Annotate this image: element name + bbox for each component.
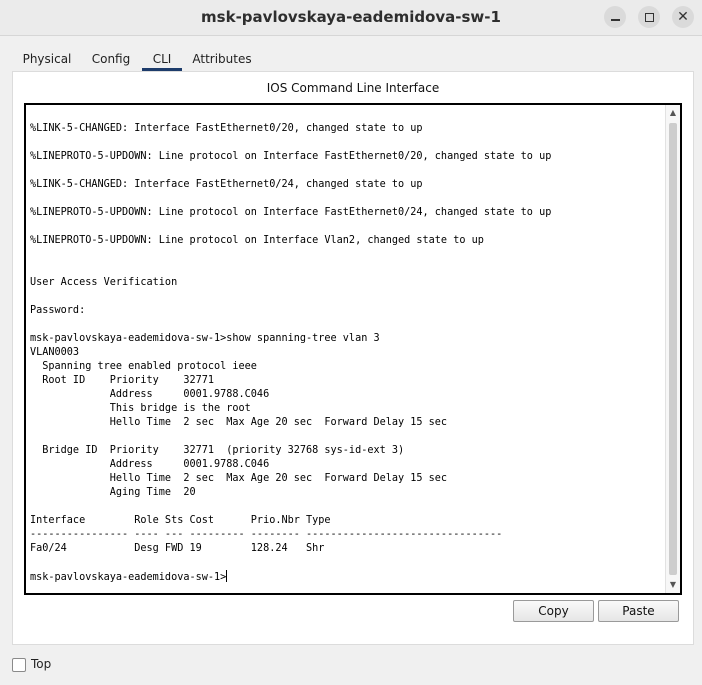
console-line: Hello Time 2 sec Max Age 20 sec Forward … (30, 473, 448, 484)
window-titlebar[interactable]: msk-pavlovskaya-eademidova-sw-1 ✕ (0, 0, 702, 36)
console-line: msk-pavlovskaya-eademidova-sw-1>show spa… (30, 333, 380, 344)
cli-panel: IOS Command Line Interface %LINEPROTO-5-… (12, 71, 694, 645)
close-button[interactable]: ✕ (672, 6, 694, 28)
console-line: %LINEPROTO-5-UPDOWN: Line protocol on In… (30, 207, 552, 218)
console-line: %LINEPROTO-5-UPDOWN: Line protocol on In… (30, 105, 545, 106)
window-title: msk-pavlovskaya-eademidova-sw-1 (201, 8, 501, 26)
console-line: %LINEPROTO-5-UPDOWN: Line protocol on In… (30, 235, 484, 246)
minimize-button[interactable] (604, 6, 626, 28)
console-output[interactable]: %LINEPROTO-5-UPDOWN: Line protocol on In… (30, 105, 664, 585)
tab-physical[interactable]: Physical (12, 48, 82, 70)
console-line: msk-pavlovskaya-eademidova-sw-1> (30, 572, 227, 583)
maximize-button[interactable] (638, 6, 660, 28)
console-line: Fa0/24 Desg FWD 19 128.24 Shr (30, 543, 325, 554)
copy-button[interactable]: Copy (513, 600, 594, 622)
scrollbar-thumb[interactable] (669, 123, 677, 575)
scroll-down-icon[interactable]: ▼ (666, 579, 680, 591)
console-line: ---------------- ---- --- --------- ----… (30, 529, 503, 540)
cli-panel-title: IOS Command Line Interface (266, 81, 440, 95)
console-line: This bridge is the root (30, 403, 251, 414)
console-line: Interface Role Sts Cost Prio.Nbr Type (30, 515, 331, 526)
console-line: %LINEPROTO-5-UPDOWN: Line protocol on In… (30, 151, 552, 162)
top-checkbox-label: Top (31, 657, 52, 671)
console-line: Root ID Priority 32771 (30, 375, 215, 386)
console-line: Bridge ID Priority 32771 (priority 32768… (30, 445, 405, 456)
console-line: Password: (30, 305, 86, 316)
close-icon: ✕ (677, 9, 689, 25)
console-line: Hello Time 2 sec Max Age 20 sec Forward … (30, 417, 448, 428)
console-line: Spanning tree enabled protocol ieee (30, 361, 257, 372)
console-line: %LINK-5-CHANGED: Interface FastEthernet0… (30, 179, 423, 190)
console-line: User Access Verification (30, 277, 178, 288)
scroll-up-icon[interactable]: ▲ (666, 107, 680, 119)
minimize-icon (610, 19, 620, 21)
paste-button[interactable]: Paste (598, 600, 679, 622)
console-line: Address 0001.9788.C046 (30, 389, 270, 400)
console-line: VLAN0003 (30, 347, 80, 358)
maximize-icon (644, 12, 654, 22)
console-line: Aging Time 20 (30, 487, 196, 498)
top-checkbox[interactable] (12, 658, 26, 672)
cli-console[interactable]: %LINEPROTO-5-UPDOWN: Line protocol on In… (24, 103, 682, 595)
tab-attributes[interactable]: Attributes (188, 48, 256, 70)
tab-cli[interactable]: CLI (142, 48, 182, 71)
tab-config[interactable]: Config (84, 48, 138, 70)
console-line: %LINK-5-CHANGED: Interface FastEthernet0… (30, 123, 423, 134)
console-line: Address 0001.9788.C046 (30, 459, 270, 470)
console-scrollbar[interactable]: ▲ ▼ (665, 105, 680, 593)
text-cursor (226, 570, 228, 582)
